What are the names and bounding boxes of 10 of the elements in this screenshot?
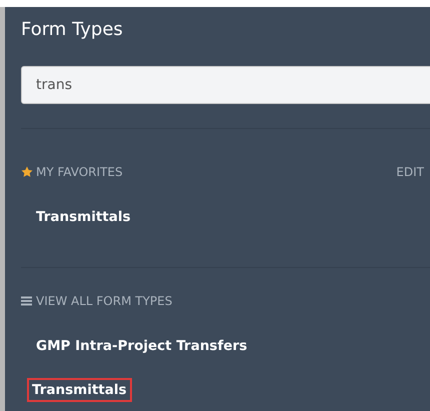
section-heading: MY FAVORITES [36, 165, 123, 179]
menu-icon [21, 295, 33, 307]
list-item[interactable]: GMP Intra-Project Transfers [31, 334, 252, 358]
section-heading: VIEW ALL FORM TYPES [36, 294, 172, 308]
search-field[interactable]: trans [21, 66, 430, 104]
list-item[interactable]: Transmittals [27, 378, 132, 402]
panel-title: Form Types [21, 19, 124, 42]
list-item[interactable]: Transmittals [31, 205, 136, 229]
star-icon [21, 166, 33, 178]
edit-link[interactable]: EDIT [396, 165, 424, 179]
